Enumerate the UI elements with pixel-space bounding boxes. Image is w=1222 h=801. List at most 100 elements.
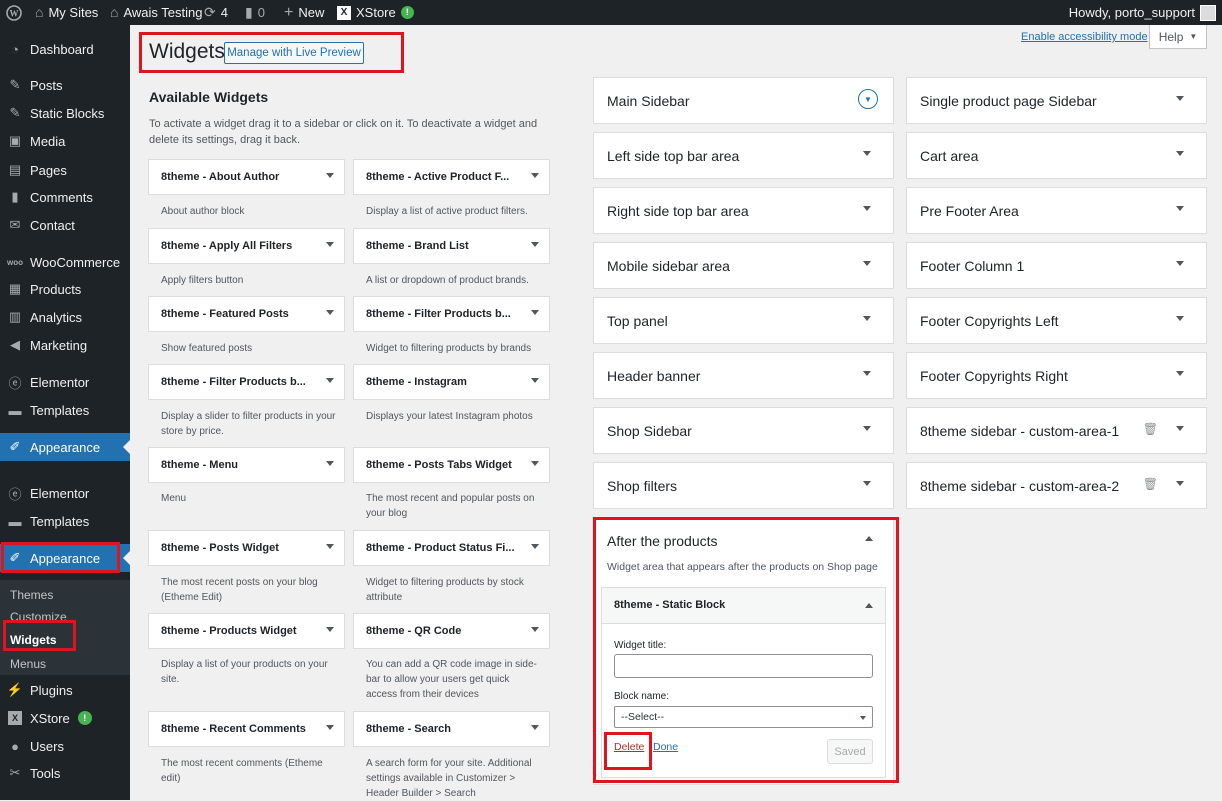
submenu-customize[interactable]: Customize xyxy=(10,610,67,624)
caret-down-icon[interactable] xyxy=(326,378,334,383)
my-sites-menu[interactable]: ⌂ My Sites xyxy=(35,0,98,25)
sidebar-item-users[interactable]: ● Users xyxy=(0,732,130,760)
caret-down-icon[interactable] xyxy=(531,173,539,178)
caret-down-icon[interactable] xyxy=(863,151,871,156)
widget-item[interactable]: 8theme - Featured Posts xyxy=(148,296,345,332)
caret-down-icon[interactable] xyxy=(863,261,871,266)
widget-item[interactable]: 8theme - About Author xyxy=(148,159,345,195)
xstore-menu[interactable]: X XStore ! xyxy=(337,0,414,25)
delete-link[interactable]: Delete xyxy=(614,741,644,753)
sidebar-item-pages[interactable]: ▤ Pages xyxy=(0,156,130,184)
widget-area[interactable]: Left side top bar area xyxy=(593,132,894,179)
caret-up-icon[interactable] xyxy=(865,536,873,541)
caret-down-icon[interactable] xyxy=(326,461,334,466)
widget-item[interactable]: 8theme - Posts Tabs Widget xyxy=(353,447,550,483)
submenu-widgets[interactable]: Widgets xyxy=(10,633,57,647)
sidebar-item-appearance[interactable]: ✐ Appearance xyxy=(0,544,130,572)
caret-down-icon[interactable] xyxy=(531,242,539,247)
widget-area-title[interactable]: After the products xyxy=(607,533,718,549)
caret-down-icon[interactable] xyxy=(863,481,871,486)
help-button[interactable]: Help ▼ xyxy=(1149,25,1207,49)
caret-down-icon[interactable] xyxy=(1176,371,1184,376)
widget-item[interactable]: 8theme - Filter Products b... xyxy=(148,364,345,400)
sidebar-item-templates[interactable]: ▬ Templates xyxy=(0,396,130,424)
widget-area[interactable]: Footer Column 1 xyxy=(906,242,1207,289)
widget-area[interactable]: Right side top bar area xyxy=(593,187,894,234)
caret-down-icon[interactable] xyxy=(531,544,539,549)
widget-area[interactable]: Pre Footer Area xyxy=(906,187,1207,234)
caret-down-icon[interactable] xyxy=(531,378,539,383)
submenu-themes[interactable]: Themes xyxy=(10,588,53,602)
sidebar-item-posts[interactable]: ✎ Posts xyxy=(0,71,130,99)
caret-down-icon[interactable] xyxy=(531,461,539,466)
widget-area[interactable]: 8theme sidebar - custom-area-1 🗑 xyxy=(906,407,1207,454)
widget-area[interactable]: Top panel xyxy=(593,297,894,344)
trash-icon[interactable]: 🗑 xyxy=(1143,477,1158,491)
done-link[interactable]: Done xyxy=(653,741,678,753)
widget-area[interactable]: Cart area xyxy=(906,132,1207,179)
caret-down-icon[interactable] xyxy=(1176,316,1184,321)
sidebar-item-templates[interactable]: ▬ Templates xyxy=(0,507,130,535)
sidebar-item-plugins[interactable]: ⚡ Plugins xyxy=(0,676,130,704)
widget-item[interactable]: 8theme - Menu xyxy=(148,447,345,483)
sidebar-item-xstore[interactable]: X XStore! xyxy=(0,704,130,732)
sidebar-item-tools[interactable]: ✂ Tools xyxy=(0,759,130,787)
widget-area[interactable]: Header banner xyxy=(593,352,894,399)
sidebar-item-marketing[interactable]: ◀ Marketing xyxy=(0,331,130,359)
sidebar-item-woocommerce[interactable]: woo WooCommerce xyxy=(0,248,130,276)
sidebar-item-appearance[interactable]: ✐ Appearance xyxy=(0,433,130,461)
sidebar-item-elementor[interactable]: ⓔ Elementor xyxy=(0,368,130,396)
caret-down-icon[interactable] xyxy=(326,544,334,549)
widget-item[interactable]: 8theme - QR Code xyxy=(353,613,550,649)
user-account-menu[interactable]: Howdy, porto_support xyxy=(1069,0,1216,25)
site-name-menu[interactable]: ⌂ Awais Testing xyxy=(110,0,202,25)
widget-area[interactable]: 8theme sidebar - custom-area-2 🗑 xyxy=(906,462,1207,509)
widget-item[interactable]: 8theme - Recent Comments xyxy=(148,711,345,747)
widget-area[interactable]: Single product page Sidebar xyxy=(906,77,1207,124)
block-name-select[interactable]: --Select-- xyxy=(614,706,873,728)
widget-area[interactable]: Footer Copyrights Left xyxy=(906,297,1207,344)
caret-down-icon[interactable] xyxy=(531,310,539,315)
caret-down-icon[interactable] xyxy=(1176,151,1184,156)
widget-area[interactable]: Footer Copyrights Right xyxy=(906,352,1207,399)
submenu-menus[interactable]: Menus xyxy=(10,657,46,671)
caret-down-icon[interactable] xyxy=(1176,206,1184,211)
sidebar-item-elementor[interactable]: ⓔ Elementor xyxy=(0,479,130,507)
caret-down-icon[interactable] xyxy=(326,242,334,247)
widget-item[interactable]: 8theme - Brand List xyxy=(353,228,550,264)
widget-item[interactable]: 8theme - Filter Products b... xyxy=(353,296,550,332)
widget-area[interactable]: Shop filters xyxy=(593,462,894,509)
widget-area[interactable]: Shop Sidebar xyxy=(593,407,894,454)
caret-down-icon[interactable] xyxy=(1176,481,1184,486)
caret-down-icon[interactable] xyxy=(531,627,539,632)
accessibility-mode-link[interactable]: Enable accessibility mode xyxy=(1021,31,1148,43)
wordpress-logo-icon[interactable]: W xyxy=(6,0,22,25)
widget-title-input[interactable] xyxy=(614,654,873,678)
widget-area[interactable]: Mobile sidebar area xyxy=(593,242,894,289)
new-content-menu[interactable]: + New xyxy=(284,0,324,25)
widget-item[interactable]: 8theme - Active Product F... xyxy=(353,159,550,195)
widget-item[interactable]: 8theme - Instagram xyxy=(353,364,550,400)
caret-down-icon[interactable] xyxy=(863,206,871,211)
caret-down-icon[interactable] xyxy=(326,310,334,315)
live-preview-button[interactable]: Manage with Live Preview xyxy=(224,42,364,64)
widget-item[interactable]: 8theme - Product Status Fi... xyxy=(353,530,550,566)
caret-up-icon[interactable] xyxy=(865,603,873,608)
caret-down-icon[interactable] xyxy=(326,725,334,730)
caret-down-icon[interactable] xyxy=(326,173,334,178)
widget-item[interactable]: 8theme - Apply All Filters xyxy=(148,228,345,264)
toggle-circle-icon[interactable]: ▼ xyxy=(858,89,878,109)
sidebar-item-comments[interactable]: ▮ Comments xyxy=(0,183,130,211)
caret-down-icon[interactable] xyxy=(1176,261,1184,266)
widget-item[interactable]: 8theme - Products Widget xyxy=(148,613,345,649)
caret-down-icon[interactable] xyxy=(326,627,334,632)
caret-down-icon[interactable] xyxy=(1176,426,1184,431)
caret-down-icon[interactable] xyxy=(1176,96,1184,101)
sidebar-item-media[interactable]: ▣ Media xyxy=(0,127,130,155)
sidebar-item-static-blocks[interactable]: ✎ Static Blocks xyxy=(0,99,130,127)
trash-icon[interactable]: 🗑 xyxy=(1143,422,1158,436)
sidebar-item-dashboard[interactable]: ◔ Dashboard xyxy=(0,35,130,63)
updates-menu[interactable]: ⟳ 4 xyxy=(204,0,228,25)
caret-down-icon[interactable] xyxy=(863,426,871,431)
caret-down-icon[interactable] xyxy=(863,371,871,376)
